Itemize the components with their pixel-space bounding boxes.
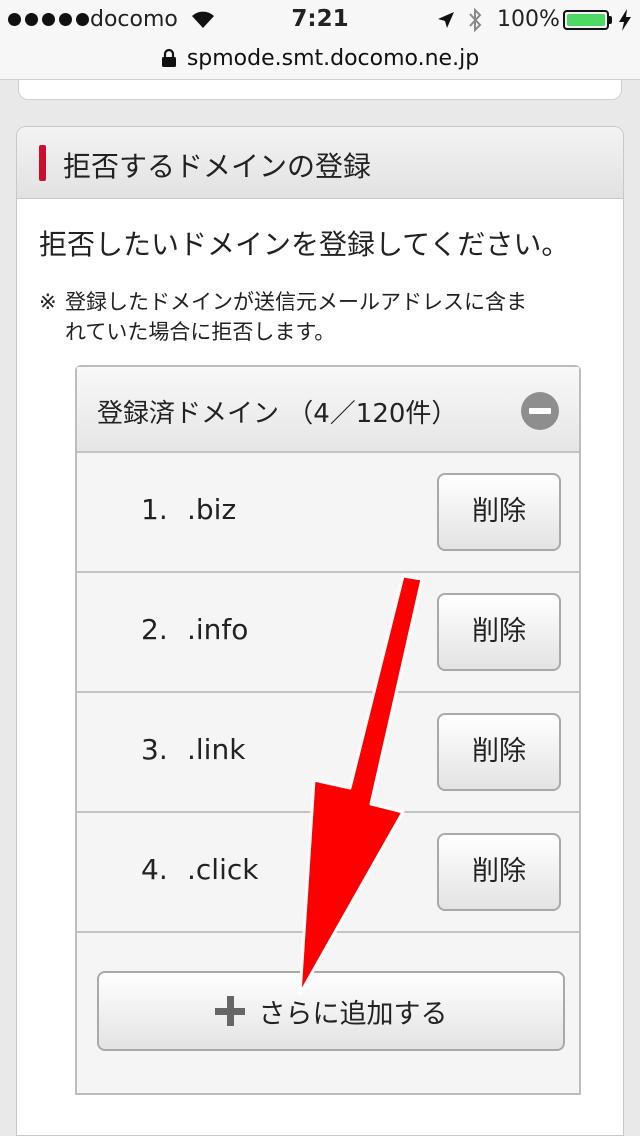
bluetooth-icon xyxy=(469,7,482,33)
note-line-2: れていた場合に拒否します。 xyxy=(65,320,336,344)
url-text: spmode.smt.docomo.ne.jp xyxy=(186,45,480,71)
domain-row: 1. .biz 削除 xyxy=(77,453,579,573)
lead-text: 拒否したいドメインを登録してください。 xyxy=(39,228,570,261)
battery-percent: 100% xyxy=(497,7,560,32)
url-bar[interactable]: spmode.smt.docomo.ne.jp xyxy=(0,40,640,76)
plus-icon xyxy=(214,996,245,1026)
delete-button[interactable]: 削除 xyxy=(437,473,561,551)
battery-icon xyxy=(563,10,609,30)
battery-tip xyxy=(609,16,612,24)
section-title: 拒否するドメインの登録 xyxy=(63,150,372,183)
add-more-button[interactable]: さらに追加する xyxy=(97,971,565,1051)
domain-number: 2. xyxy=(141,613,168,646)
note-text: ※ 登録したドメインが送信元メールアドレスに含ま れていた場合に拒否します。 xyxy=(39,287,599,347)
add-more-label: さらに追加する xyxy=(258,998,448,1030)
delete-button[interactable]: 削除 xyxy=(437,713,561,791)
section-accent-bar xyxy=(39,145,46,181)
registered-domains-header[interactable]: 登録済ドメイン （4／120件） xyxy=(77,367,579,453)
registered-domains-box: 登録済ドメイン （4／120件） 1. .biz 削除 2. .info 削除 … xyxy=(75,365,581,1095)
collapse-minus-icon[interactable] xyxy=(521,392,559,430)
domain-name: .link xyxy=(187,733,246,766)
note-line-1: 登録したドメインが送信元メールアドレスに含ま xyxy=(65,290,527,314)
domain-row: 2. .info 削除 xyxy=(77,573,579,693)
browser-top-bar: docomo 7:21 100% spmode.smt.docomo.ne.jp xyxy=(0,0,640,80)
domain-row: 4. .click 削除 xyxy=(77,813,579,933)
delete-button[interactable]: 削除 xyxy=(437,833,561,911)
screen: docomo 7:21 100% spmode.smt.docomo.ne.jp… xyxy=(0,0,640,1136)
reject-domain-card: 拒否するドメインの登録 拒否したいドメインを登録してください。 ※ 登録したドメイ… xyxy=(16,126,624,1136)
status-bar: docomo 7:21 100% xyxy=(0,0,640,40)
charging-bolt-icon xyxy=(619,9,631,31)
card-header: 拒否するドメインの登録 xyxy=(17,127,623,199)
domain-name: .biz xyxy=(187,493,237,526)
delete-button[interactable]: 削除 xyxy=(437,593,561,671)
battery-fill xyxy=(567,14,605,26)
domain-name: .info xyxy=(187,613,249,646)
domain-number: 1. xyxy=(141,493,168,526)
location-arrow-icon xyxy=(438,12,454,28)
registered-domains-title: 登録済ドメイン （4／120件） xyxy=(97,399,458,429)
domain-number: 4. xyxy=(141,853,168,886)
domain-row: 3. .link 削除 xyxy=(77,693,579,813)
lock-icon xyxy=(161,48,176,67)
note-mark: ※ xyxy=(39,290,57,314)
domain-name: .click xyxy=(187,853,259,886)
domain-number: 3. xyxy=(141,733,168,766)
